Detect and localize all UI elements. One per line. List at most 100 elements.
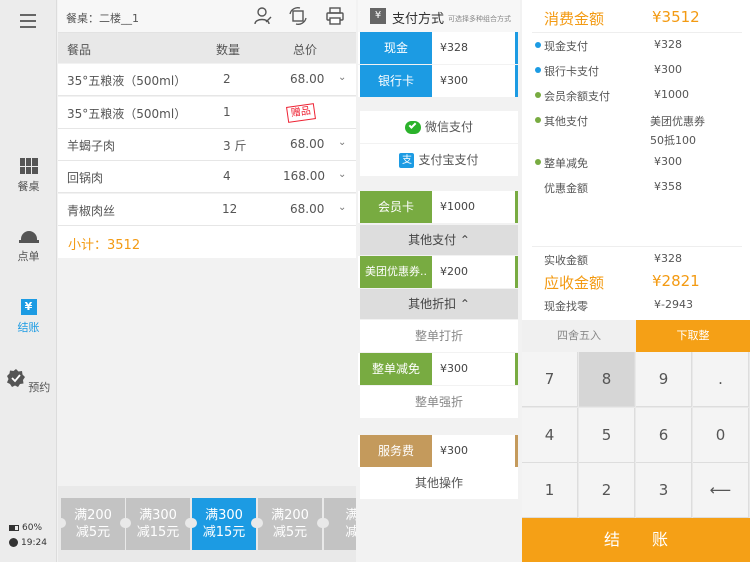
pay-member-card[interactable]: 会员卡 ¥1000 (358, 191, 518, 223)
summary-label: 会员余额支付 (544, 90, 610, 103)
nav-tables[interactable]: 餐桌 (0, 158, 57, 194)
row-item: 35°五粮液（500ml） (67, 74, 187, 88)
pay-cash[interactable]: 现金 ¥328 (358, 32, 518, 64)
key-5[interactable]: 5 (579, 408, 635, 463)
chevron-down-icon[interactable]: ⌄ (338, 72, 346, 83)
coupon-threshold: 满300 (205, 508, 243, 523)
key-9[interactable]: 9 (636, 352, 692, 407)
key-dot[interactable]: . (693, 352, 749, 407)
switch-table-icon[interactable] (289, 7, 307, 25)
row-item: 35°五粮液（500ml） (67, 107, 187, 121)
pay-alipay-label: 支付宝支付 (418, 153, 479, 167)
selected-indicator (515, 353, 518, 385)
pay-bankcard[interactable]: 银行卡 ¥300 (358, 65, 518, 97)
summary-value: ¥300 (654, 63, 682, 76)
force-discount-button[interactable]: 整单强折 (360, 386, 518, 418)
other-operations-button[interactable]: 其他操作 (360, 467, 518, 499)
round-mode-button[interactable]: 四舍五入 (522, 320, 636, 352)
coupon-card[interactable]: 满300 减15元 (121, 498, 195, 550)
table-label: 餐桌：二楼__1 (66, 12, 139, 25)
row-item: 青椒肉丝 (67, 204, 116, 218)
pay-wechat-button[interactable]: 微信支付 (360, 111, 518, 143)
key-8[interactable]: 8 (579, 352, 635, 407)
yen-icon: ¥ (20, 299, 37, 315)
order-row[interactable]: 35°五粮液（500ml） 2 68.00 ⌄ (58, 64, 356, 96)
change-value: ¥-2943 (654, 298, 693, 311)
coupon-card[interactable]: 满3 减1 (319, 498, 356, 550)
chevron-down-icon[interactable]: ⌄ (338, 137, 346, 148)
summary-label: 优惠金额 (544, 182, 588, 195)
nav-checkout[interactable]: ¥ 结账 (0, 299, 57, 335)
key-4[interactable]: 4 (522, 408, 578, 463)
row-price: 68.00 (290, 137, 325, 151)
summary-value-detail: 50抵100 (650, 134, 696, 147)
row-qty: 1 (223, 105, 231, 119)
payment-header: ¥ 支付方式 可选择多种组合方式 (358, 0, 520, 32)
divider (532, 32, 742, 33)
battery-icon (9, 524, 19, 531)
coupon-card-selected[interactable]: 满300 减15元 (187, 498, 261, 550)
selected-indicator (515, 256, 518, 288)
status-dot (535, 42, 541, 48)
pay-bankcard-value: ¥300 (440, 74, 468, 87)
order-topbar: 餐桌：二楼__1 (58, 0, 356, 33)
key-1[interactable]: 1 (522, 463, 578, 518)
received-label: 实收金额 (544, 254, 588, 267)
total-label: 消费金额 (544, 10, 605, 28)
order-row[interactable]: 35°五粮液（500ml） 1 赠品 (58, 97, 356, 129)
printer-icon[interactable] (326, 7, 344, 25)
summary-label: 现金支付 (544, 40, 588, 53)
order-row[interactable]: 羊蝎子肉 3 斤 68.00 ⌄ (58, 129, 356, 161)
order-row[interactable]: 青椒肉丝 12 68.00 ⌄ (58, 194, 356, 226)
status-dot (535, 67, 541, 73)
due-label: 应收金额 (544, 274, 605, 292)
selected-indicator (515, 32, 518, 64)
hamburger-menu-icon[interactable] (20, 14, 36, 28)
pay-bankcard-label: 银行卡 (360, 65, 432, 97)
selected-indicator (515, 435, 518, 467)
coupon-threshold: 满300 (139, 508, 177, 523)
row-price: 68.00 (290, 72, 325, 86)
pay-service-fee[interactable]: 服务费 ¥300 (358, 435, 518, 467)
pay-meituan[interactable]: 美团优惠券.. ¥200 (358, 256, 518, 288)
battery-level: 60% (22, 523, 43, 533)
floor-mode-button[interactable]: 下取整 (636, 320, 750, 352)
pay-service-label: 服务费 (360, 435, 432, 467)
summary-value: ¥1000 (654, 88, 689, 101)
row-price: 168.00 (283, 169, 325, 183)
row-qty: 2 (223, 72, 231, 86)
nav-order[interactable]: 点单 (0, 230, 57, 264)
checkout-button[interactable]: 结 账 (522, 518, 750, 562)
chevron-down-icon[interactable]: ⌄ (338, 169, 346, 180)
key-0[interactable]: 0 (693, 408, 749, 463)
pay-whole-off[interactable]: 整单减免 ¥300 (358, 353, 518, 385)
whole-discount-button[interactable]: 整单打折 (360, 320, 518, 352)
key-6[interactable]: 6 (636, 408, 692, 463)
subtotal: 小计：3512 (68, 238, 141, 253)
coupon-discount: 减15元 (202, 525, 246, 540)
numeric-keypad: 四舍五入 下取整 7 8 9 . 4 5 6 0 1 2 3 ⟵ 结 账 (522, 320, 750, 562)
pay-member-label: 会员卡 (360, 191, 432, 223)
key-2[interactable]: 2 (579, 463, 635, 518)
coupon-card[interactable]: 满200 减5元 (253, 498, 327, 550)
pay-cash-value: ¥328 (440, 41, 468, 54)
other-payments-toggle[interactable]: 其他支付 ⌃ (360, 225, 518, 255)
summary-value: 美团优惠券 (650, 115, 705, 128)
change-waiter-icon[interactable] (254, 7, 272, 25)
coupon-card[interactable]: 满200 减5元 (58, 498, 130, 550)
order-row[interactable]: 回锅肉 4 168.00 ⌄ (58, 161, 356, 193)
chevron-down-icon[interactable]: ⌄ (338, 202, 346, 213)
row-price: 68.00 (290, 202, 325, 216)
due-value: ¥2821 (652, 272, 700, 290)
service-bell-icon (18, 230, 39, 244)
nav-reservation[interactable]: 预约 (0, 369, 57, 395)
pay-alipay-button[interactable]: 支支付宝支付 (360, 144, 518, 176)
row-qty: 12 (222, 202, 238, 216)
summary-value: ¥300 (654, 155, 682, 168)
backspace-key[interactable]: ⟵ (693, 463, 749, 518)
key-7[interactable]: 7 (522, 352, 578, 407)
key-3[interactable]: 3 (636, 463, 692, 518)
other-discounts-toggle[interactable]: 其他折扣 ⌃ (360, 289, 518, 319)
col-item: 餐品 (67, 43, 92, 57)
wechat-icon (404, 121, 421, 134)
